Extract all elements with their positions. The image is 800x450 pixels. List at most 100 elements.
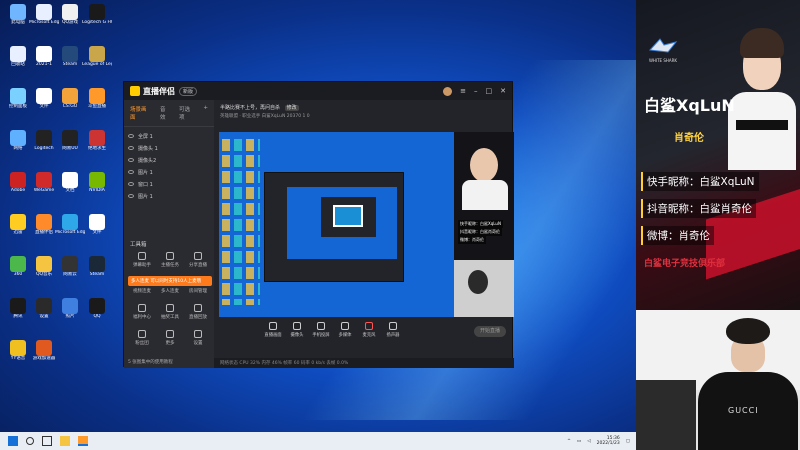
tool-label: 更多 — [165, 341, 175, 346]
player-id: 白鲨XqLuN — [644, 96, 735, 115]
start-live-button[interactable]: 开始直播 — [474, 326, 506, 337]
tray-chevron-icon[interactable]: ^ — [567, 439, 571, 444]
edit-title-button[interactable]: 修改 — [284, 105, 299, 111]
tutorial-link[interactable]: 5 张图集中的使用教程 — [128, 359, 173, 365]
webcam-chair — [636, 380, 696, 450]
tab-add[interactable]: + — [203, 105, 208, 121]
source-control-button[interactable]: 直播画面 — [264, 322, 282, 338]
stream-title[interactable]: 半路比赛不上号，再问自杀 — [220, 105, 280, 111]
notification-icon[interactable]: ▢ — [626, 439, 630, 444]
minimize-icon[interactable]: – — [474, 87, 478, 95]
desktop-icon[interactable]: 斗鱼直播 — [82, 88, 112, 122]
volume-icon[interactable]: ◁ — [587, 439, 590, 444]
eye-icon[interactable] — [128, 170, 134, 174]
app-icon — [89, 130, 105, 146]
scene-item[interactable]: 图片 1 — [128, 166, 210, 178]
scene-item[interactable]: 图片 1 — [128, 190, 210, 202]
streaming-app-taskbar-icon[interactable] — [78, 436, 88, 446]
search-icon[interactable] — [26, 437, 34, 445]
close-icon[interactable]: ✕ — [500, 87, 506, 95]
desktop-icon[interactable]: 网易UU — [55, 130, 85, 164]
scene-item[interactable]: 摄像头2 — [128, 154, 210, 166]
desktop-icon[interactable]: Logitech G HUB — [82, 4, 112, 38]
eye-icon[interactable] — [128, 182, 134, 186]
windows-taskbar: ^ ▭ ◁ 15:36 2022/1/23 ▢ — [0, 432, 636, 450]
desktop-icon[interactable]: CS:GO — [55, 88, 85, 122]
preview-webcam — [454, 260, 514, 317]
app-icon — [10, 172, 26, 188]
toolbox-item[interactable]: 设置 — [184, 328, 212, 350]
desktop-icon[interactable]: Steam — [55, 46, 85, 80]
task-view-icon[interactable] — [42, 436, 52, 446]
eye-icon[interactable] — [128, 134, 134, 138]
team-logo: WHITE SHARK — [648, 36, 678, 63]
toolbox-item[interactable]: 直播回放 — [184, 302, 212, 324]
desktop-icon[interactable]: League of Legends — [82, 46, 112, 80]
app-title: 直播伴侣 — [143, 86, 175, 96]
app-status-bar: 网络状态 CPU 32% 内存 46% 帧率 60 码率 0 kb/s 丢帧 0… — [214, 358, 514, 368]
version-badge[interactable]: 新版 — [179, 86, 198, 96]
source-control-button[interactable]: 扬声器 — [384, 322, 402, 338]
tab-scenes[interactable]: 场景画面 — [130, 105, 152, 121]
source-control-icon — [341, 322, 349, 330]
stream-preview[interactable]: 快手昵称：白鲨XqLuN 抖音昵称：白鲨肖奇伦 微博：肖奇伦 — [219, 132, 514, 317]
toolbox-item[interactable]: 弹幕助手 — [128, 250, 156, 272]
toolbox-item[interactable]: 粉丝团 — [128, 328, 156, 350]
tab-sound[interactable]: 音效 — [160, 105, 171, 121]
eye-icon[interactable] — [128, 194, 134, 198]
maximize-icon[interactable]: □ — [486, 87, 493, 95]
app-icon — [89, 298, 105, 314]
toolbox-item[interactable]: 福利中心 — [128, 302, 156, 324]
toolbox-item[interactable]: 主播任务 — [156, 250, 184, 272]
toolbox-item[interactable]: 抽奖工具 — [156, 302, 184, 324]
source-control-icon — [389, 322, 397, 330]
source-control-button[interactable]: 摄像头 — [288, 322, 306, 338]
tool-label: 直播回放 — [189, 315, 207, 320]
user-avatar[interactable] — [443, 86, 453, 96]
desktop-icon[interactable]: 绝地求生 — [82, 130, 112, 164]
tool-label: 视频连麦 — [133, 289, 151, 294]
desktop-icon[interactable]: NVIDIA — [82, 172, 112, 206]
multi-link-tip[interactable]: 多人连麦 可以同时支持10人上麦哦 — [128, 276, 212, 286]
toolbox-item[interactable]: 分享直播 — [184, 250, 212, 272]
file-explorer-icon[interactable] — [60, 436, 70, 446]
preview-nested-window-2 — [321, 197, 376, 237]
desktop-icon[interactable]: 网易云 — [55, 256, 85, 290]
windows-start-icon[interactable] — [8, 436, 18, 446]
scene-item[interactable]: 窗口 1 — [128, 178, 210, 190]
system-clock[interactable]: 15:36 2022/1/23 — [597, 436, 620, 446]
desktop-icon[interactable]: Steam — [82, 256, 112, 290]
network-icon[interactable]: ▭ — [577, 439, 581, 444]
desktop-icon[interactable]: 照片 — [55, 298, 85, 332]
desktop-icon[interactable]: 文件 — [82, 214, 112, 248]
desktop-icon[interactable]: QQ游戏 — [55, 4, 85, 38]
source-control-icon — [269, 322, 277, 330]
desktop-icon[interactable]: 游戏加速器 — [29, 340, 59, 374]
stream-info: 半路比赛不上号，再问自杀 修改 英雄联盟 · 职业选手 白鲨XqLuN 2037… — [214, 100, 514, 122]
tool-label: 分享直播 — [189, 263, 207, 268]
scene-item[interactable]: 摄像头 1 — [128, 142, 210, 154]
preview-banner-overlay: 快手昵称：白鲨XqLuN 抖音昵称：白鲨肖奇伦 微博：肖奇伦 — [454, 132, 514, 260]
preview-player-face — [470, 148, 498, 182]
desktop-icon[interactable]: Microsoft Edge — [55, 214, 85, 248]
toolbox-item[interactable]: 更多 — [156, 328, 184, 350]
scene-item[interactable]: 全屏 1 — [128, 130, 210, 142]
desktop-icon-label: 游戏加速器 — [32, 356, 56, 361]
eye-icon[interactable] — [128, 158, 134, 162]
desktop-icon[interactable]: 文档 — [55, 172, 85, 206]
tab-options[interactable]: 可选项 — [179, 105, 195, 121]
menu-icon[interactable]: ≡ — [460, 87, 466, 95]
desktop-icon[interactable]: QQ — [82, 298, 112, 332]
desktop-icon-label: NVIDIA — [89, 188, 105, 193]
source-control-button[interactable]: 手机投屏 — [312, 322, 330, 338]
eye-icon[interactable] — [128, 146, 134, 150]
source-control-button[interactable]: 麦克风 — [360, 322, 378, 338]
source-control-label: 摄像头 — [290, 333, 304, 338]
desktop: 此电脑Microsoft EdgeQQ游戏Logitech G HUB回收站20… — [0, 0, 636, 432]
scene-list: 全屏 1 摄像头 1 摄像头2 图片 1 窗口 1 图片 1 — [124, 127, 214, 205]
source-control-button[interactable]: 多媒体 — [336, 322, 354, 338]
main-panel: 半路比赛不上号，再问自杀 修改 英雄联盟 · 职业选手 白鲨XqLuN 2037… — [214, 100, 514, 368]
player-hair — [740, 28, 784, 58]
app-icon — [10, 46, 26, 62]
player-real-name: 肖奇伦 — [674, 133, 704, 144]
